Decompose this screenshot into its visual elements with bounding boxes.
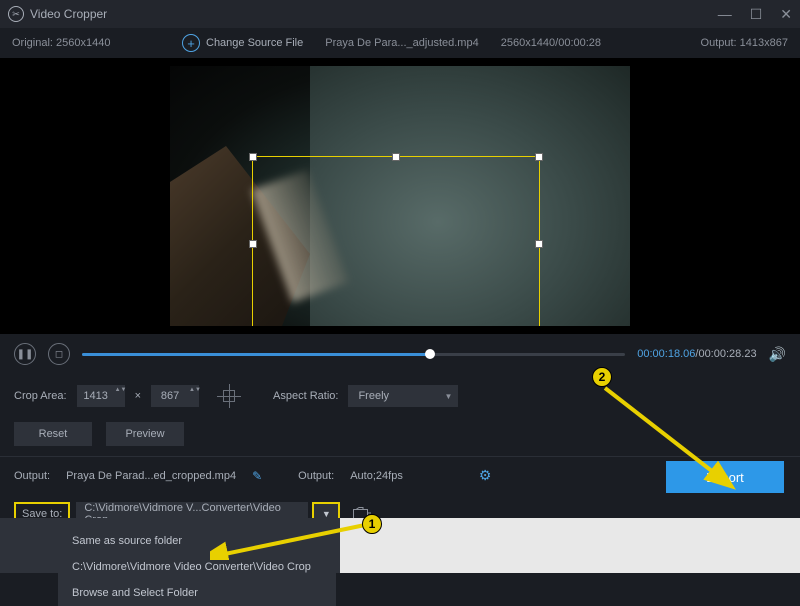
crop-handle-ne[interactable] xyxy=(535,153,543,161)
change-source-button[interactable]: + Change Source File xyxy=(182,34,303,52)
save-path-dropdown-menu: Same as source folder C:\Vidmore\Vidmore… xyxy=(58,528,336,606)
crop-handle-e[interactable] xyxy=(535,240,543,248)
minimize-button[interactable]: — xyxy=(718,6,732,23)
pause-button[interactable]: ❚❚ xyxy=(14,343,36,365)
crop-controls: Crop Area: 1413 ▲▼ × 867 ▲▼ Aspect Ratio… xyxy=(0,374,800,418)
crop-width-input[interactable]: 1413 ▲▼ xyxy=(77,385,125,407)
height-stepper[interactable]: ▲▼ xyxy=(189,387,197,405)
output-dimensions: Output: 1413x867 xyxy=(701,37,788,49)
seek-thumb[interactable] xyxy=(425,349,435,359)
crop-area-label: Crop Area: xyxy=(14,390,67,402)
app-icon: ✂ xyxy=(8,6,24,22)
annotation-badge-1: 1 xyxy=(362,514,382,534)
aspect-ratio-label: Aspect Ratio: xyxy=(273,390,338,402)
crop-width-value: 1413 xyxy=(83,390,107,402)
volume-icon[interactable]: 🔊 xyxy=(769,346,786,363)
export-button[interactable]: Export xyxy=(666,461,784,493)
crop-handle-n[interactable] xyxy=(392,153,400,161)
crop-handle-nw[interactable] xyxy=(249,153,257,161)
menu-item-browse[interactable]: Browse and Select Folder xyxy=(58,580,336,606)
seek-slider[interactable] xyxy=(82,353,625,356)
output-settings-label: Output: xyxy=(298,470,334,482)
crop-height-value: 867 xyxy=(161,390,179,402)
source-filename: Praya De Para..._adjusted.mp4 xyxy=(325,37,478,49)
crop-handle-w[interactable] xyxy=(249,240,257,248)
maximize-button[interactable]: ☐ xyxy=(750,6,763,23)
change-source-label: Change Source File xyxy=(206,37,303,49)
time-total: /00:00:28.23 xyxy=(695,348,756,360)
aspect-ratio-select[interactable]: Freely xyxy=(348,385,458,407)
output-filename: Praya De Parad...ed_cropped.mp4 xyxy=(66,470,236,482)
app-title: Video Cropper xyxy=(30,7,107,21)
close-button[interactable]: ✕ xyxy=(780,6,792,23)
playback-bar: ❚❚ ◻ 00:00:18.06/00:00:28.23 🔊 xyxy=(0,334,800,374)
video-preview xyxy=(0,58,800,334)
dimension-separator: × xyxy=(135,390,141,402)
preview-button[interactable]: Preview xyxy=(106,422,184,446)
crop-height-input[interactable]: 867 ▲▼ xyxy=(151,385,199,407)
aspect-ratio-value: Freely xyxy=(358,390,389,402)
edit-filename-icon[interactable]: ✎ xyxy=(252,469,262,483)
plus-icon: + xyxy=(182,34,200,52)
reset-button[interactable]: Reset xyxy=(14,422,92,446)
crop-rectangle[interactable] xyxy=(252,156,540,326)
stop-button[interactable]: ◻ xyxy=(48,343,70,365)
output-label: Output: xyxy=(14,470,50,482)
infobar: Original: 2560x1440 + Change Source File… xyxy=(0,28,800,58)
width-stepper[interactable]: ▲▼ xyxy=(115,387,123,405)
time-current: 00:00:18.06 xyxy=(637,348,695,360)
settings-gear-icon[interactable]: ⚙ xyxy=(479,467,492,484)
video-frame[interactable] xyxy=(170,66,630,326)
annotation-badge-2: 2 xyxy=(592,367,612,387)
titlebar: ✂ Video Cropper — ☐ ✕ xyxy=(0,0,800,28)
original-dimensions: Original: 2560x1440 xyxy=(12,37,182,49)
action-row: Reset Preview xyxy=(0,418,800,456)
menu-item-same-as-source[interactable]: Same as source folder xyxy=(58,528,336,554)
source-dims-duration: 2560x1440/00:00:28 xyxy=(501,37,601,49)
menu-item-recent-path[interactable]: C:\Vidmore\Vidmore Video Converter\Video… xyxy=(58,554,336,580)
center-crop-button[interactable] xyxy=(215,382,243,410)
output-settings-value: Auto;24fps xyxy=(350,470,403,482)
